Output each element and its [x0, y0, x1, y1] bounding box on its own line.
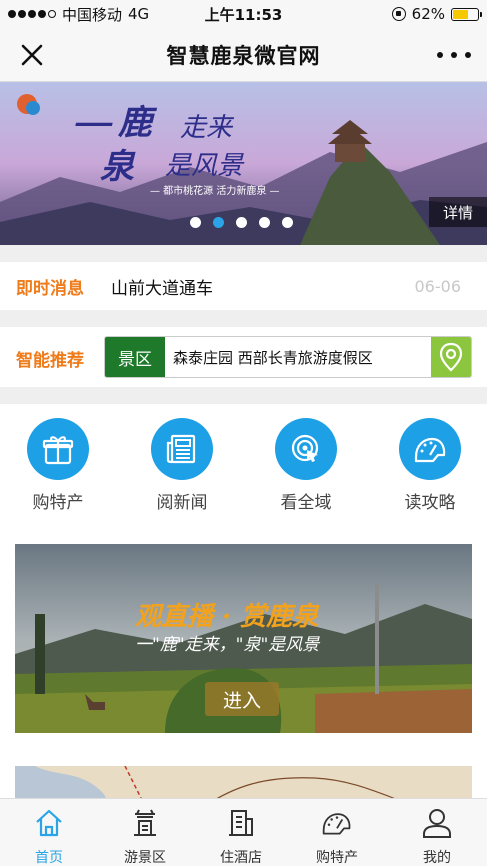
tab-bar: 首页 游景区 住酒店 购特产 我的	[0, 798, 487, 866]
tab-hotel[interactable]: 住酒店	[196, 807, 286, 866]
tab-home[interactable]: 首页	[4, 807, 94, 866]
close-icon[interactable]	[18, 41, 46, 69]
live-banner[interactable]: 观直播 · 赏鹿泉 一"鹿"走来，"泉"是风景 进入	[15, 544, 472, 733]
recommend-label: 智能推荐	[16, 351, 84, 371]
recommend-box[interactable]: 景区 森泰庄园 西部长青旅游度假区	[104, 336, 472, 378]
gift-icon	[27, 418, 89, 480]
live-enter-button[interactable]: 进入	[205, 682, 279, 716]
banner-detail-button[interactable]: 详情	[429, 197, 487, 227]
tab-label: 购特产	[316, 850, 358, 866]
quick-link-label: 阅新闻	[156, 493, 208, 513]
quick-link-guide[interactable]: 读攻略	[375, 418, 485, 513]
map-section	[0, 748, 487, 806]
tab-label: 首页	[35, 850, 63, 866]
target-icon	[275, 418, 337, 480]
location-pin-icon[interactable]	[431, 337, 471, 377]
news-date: 06-06	[414, 276, 462, 296]
tab-label: 我的	[423, 850, 451, 866]
quick-link-label: 读攻略	[404, 493, 456, 513]
gauge-icon	[322, 813, 351, 835]
battery-icon	[451, 7, 482, 21]
hotel-icon	[229, 810, 253, 836]
page: 中国移动 4G 上午11:53 62% 智慧鹿泉微官网 一 鹿 走来 泉 是风景…	[0, 0, 487, 866]
quick-link-label: 购特产	[32, 493, 84, 513]
tab-mine[interactable]: 我的	[392, 807, 482, 866]
carousel-pager[interactable]	[190, 217, 293, 228]
svg-text:一: 一	[70, 104, 113, 150]
banner-carousel[interactable]: 一 鹿 走来 泉 是风景 — 都市桃花源 活力新鹿泉 — 详情	[0, 82, 487, 245]
gauge-icon	[399, 418, 461, 480]
tab-label: 住酒店	[220, 850, 262, 866]
tab-specialty[interactable]: 购特产	[292, 807, 382, 866]
live-section: 观直播 · 赏鹿泉 一"鹿"走来，"泉"是风景 进入	[0, 526, 487, 748]
carousel-dot[interactable]	[213, 217, 224, 228]
quick-link-news[interactable]: 阅新闻	[127, 418, 237, 513]
quick-link-panorama[interactable]: 看全域	[251, 418, 361, 513]
carousel-dot[interactable]	[236, 217, 247, 228]
carousel-dot[interactable]	[282, 217, 293, 228]
recommend-tag: 景区	[105, 337, 165, 377]
news-label: 即时消息	[16, 278, 84, 299]
carousel-dot[interactable]	[190, 217, 201, 228]
recommend-places: 森泰庄园 西部长青旅游度假区	[173, 348, 373, 367]
user-icon	[423, 809, 451, 838]
battery-percent: 62%	[411, 5, 445, 23]
status-bar: 中国移动 4G 上午11:53 62%	[0, 0, 487, 28]
svg-text:— 都市桃花源 活力新鹿泉 —: — 都市桃花源 活力新鹿泉 —	[150, 184, 280, 197]
svg-text:鹿: 鹿	[117, 103, 158, 143]
scenic-icon	[134, 809, 156, 836]
quick-link-specialty[interactable]: 购特产	[3, 418, 113, 513]
page-title: 智慧鹿泉微官网	[166, 43, 321, 68]
live-subtitle-art: 一"鹿"走来，"泉"是风景	[135, 635, 320, 655]
svg-text:泉: 泉	[100, 147, 136, 187]
newspaper-icon	[151, 418, 213, 480]
carousel-dot[interactable]	[259, 217, 270, 228]
nav-bar: 智慧鹿泉微官网	[0, 28, 487, 82]
quick-links-grid: 购特产 阅新闻 看全域 读攻略	[0, 404, 487, 526]
quick-link-label: 看全域	[280, 493, 332, 513]
tab-scenic[interactable]: 游景区	[100, 807, 190, 866]
recommend-row: 智能推荐 景区 森泰庄园 西部长青旅游度假区	[0, 327, 487, 387]
svg-text:走来: 走来	[180, 113, 235, 143]
news-row[interactable]: 即时消息 山前大道通车 06-06	[0, 262, 487, 310]
live-title-art: 观直播 · 赏鹿泉	[135, 602, 319, 632]
svg-text:是风景: 是风景	[165, 151, 245, 181]
more-menu-icon[interactable]	[437, 41, 471, 69]
rotation-lock-icon	[391, 7, 406, 21]
tab-label: 游景区	[124, 850, 166, 866]
news-headline[interactable]: 山前大道通车	[111, 274, 213, 299]
home-icon	[36, 809, 62, 837]
